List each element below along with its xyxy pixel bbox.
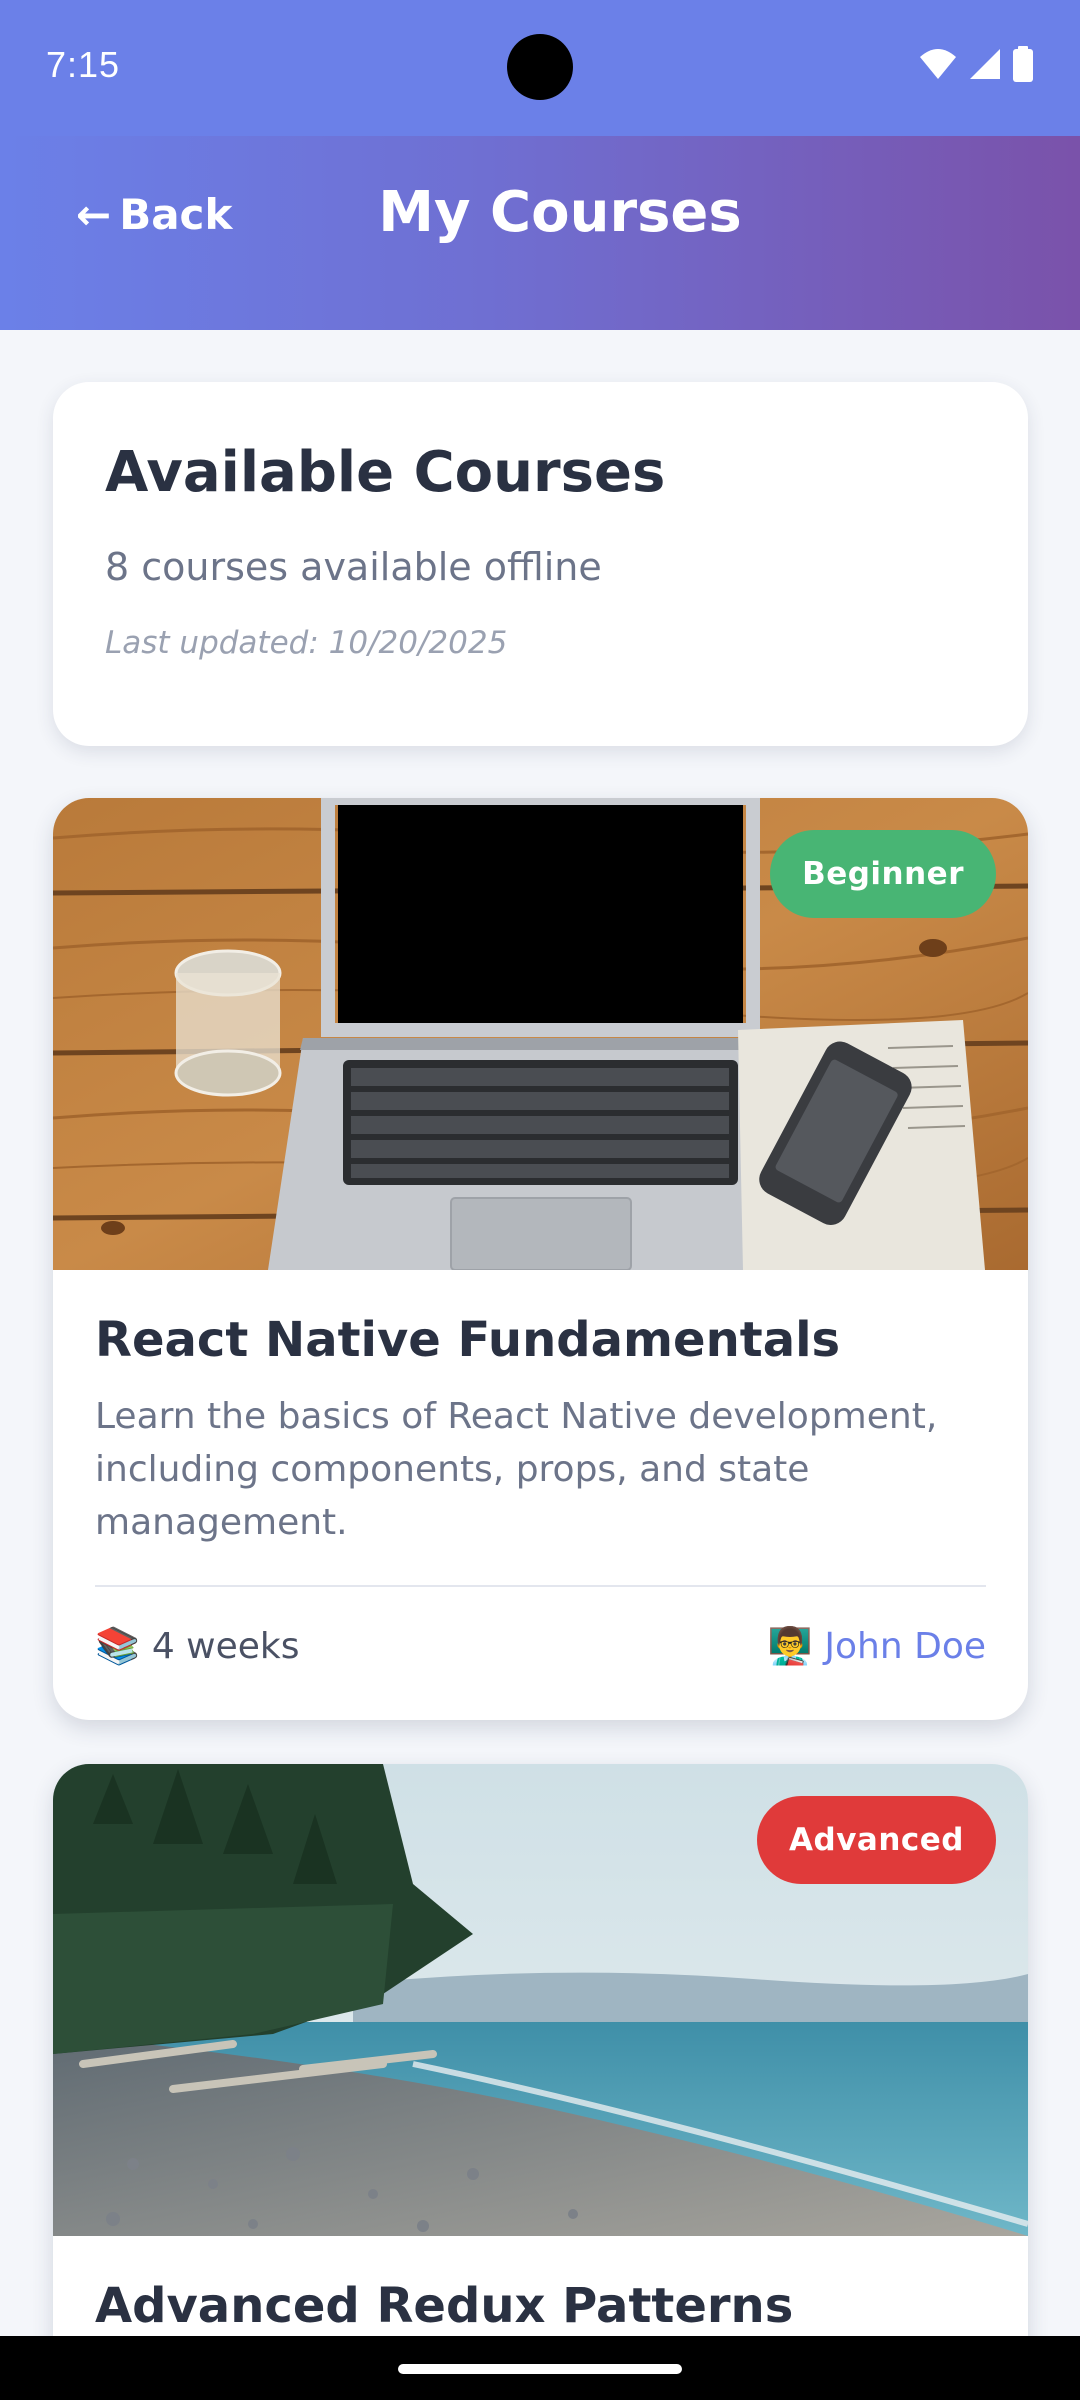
- course-description: Learn the basics of React Native develop…: [95, 1396, 938, 1543]
- status-bar: 7:15: [0, 0, 1080, 136]
- summary-title: Available Courses: [105, 440, 666, 505]
- level-badge: Advanced: [757, 1796, 996, 1884]
- course-title: Advanced Redux Patterns: [95, 2278, 794, 2334]
- course-body: Advanced Redux Patterns: [53, 2236, 1028, 2334]
- summary-card: Available Courses 8 courses available of…: [53, 382, 1028, 746]
- course-duration: 📚 4 weeks: [95, 1625, 300, 1668]
- wifi-icon: [920, 49, 956, 79]
- course-image-beach: Advanced: [53, 1764, 1028, 2236]
- course-card[interactable]: Beginner React Native Fundamentals Learn…: [53, 798, 1028, 1720]
- course-card[interactable]: Advanced Advanced Redux Patterns: [53, 1764, 1028, 2384]
- instructor-name: John Doe: [824, 1625, 986, 1667]
- course-title: React Native Fundamentals: [95, 1312, 841, 1368]
- app-header: ← Back My Courses: [0, 136, 1080, 330]
- gesture-nav-bar: [0, 2336, 1080, 2400]
- teacher-icon: 👨‍🏫: [767, 1626, 813, 1667]
- course-instructor: 👨‍🏫 John Doe: [767, 1625, 986, 1668]
- battery-icon: [1013, 46, 1033, 82]
- course-image-laptop: Beginner: [53, 798, 1028, 1270]
- course-body: React Native Fundamentals Learn the basi…: [53, 1270, 1028, 1705]
- signal-icon: [970, 49, 1000, 79]
- page-title: My Courses: [378, 180, 742, 245]
- course-meta: 📚 4 weeks 👨‍🏫 John Doe: [95, 1587, 986, 1705]
- camera-cutout: [507, 34, 573, 100]
- books-icon: 📚: [95, 1626, 140, 1667]
- status-time: 7:15: [46, 44, 121, 85]
- courses-count: 8 courses available offline: [105, 545, 602, 589]
- duration-text: 4 weeks: [151, 1625, 300, 1667]
- level-badge: Beginner: [770, 830, 996, 918]
- status-icons: [918, 46, 1034, 82]
- home-indicator[interactable]: [398, 2364, 682, 2374]
- last-updated: Last updated: 10/20/2025: [105, 625, 508, 661]
